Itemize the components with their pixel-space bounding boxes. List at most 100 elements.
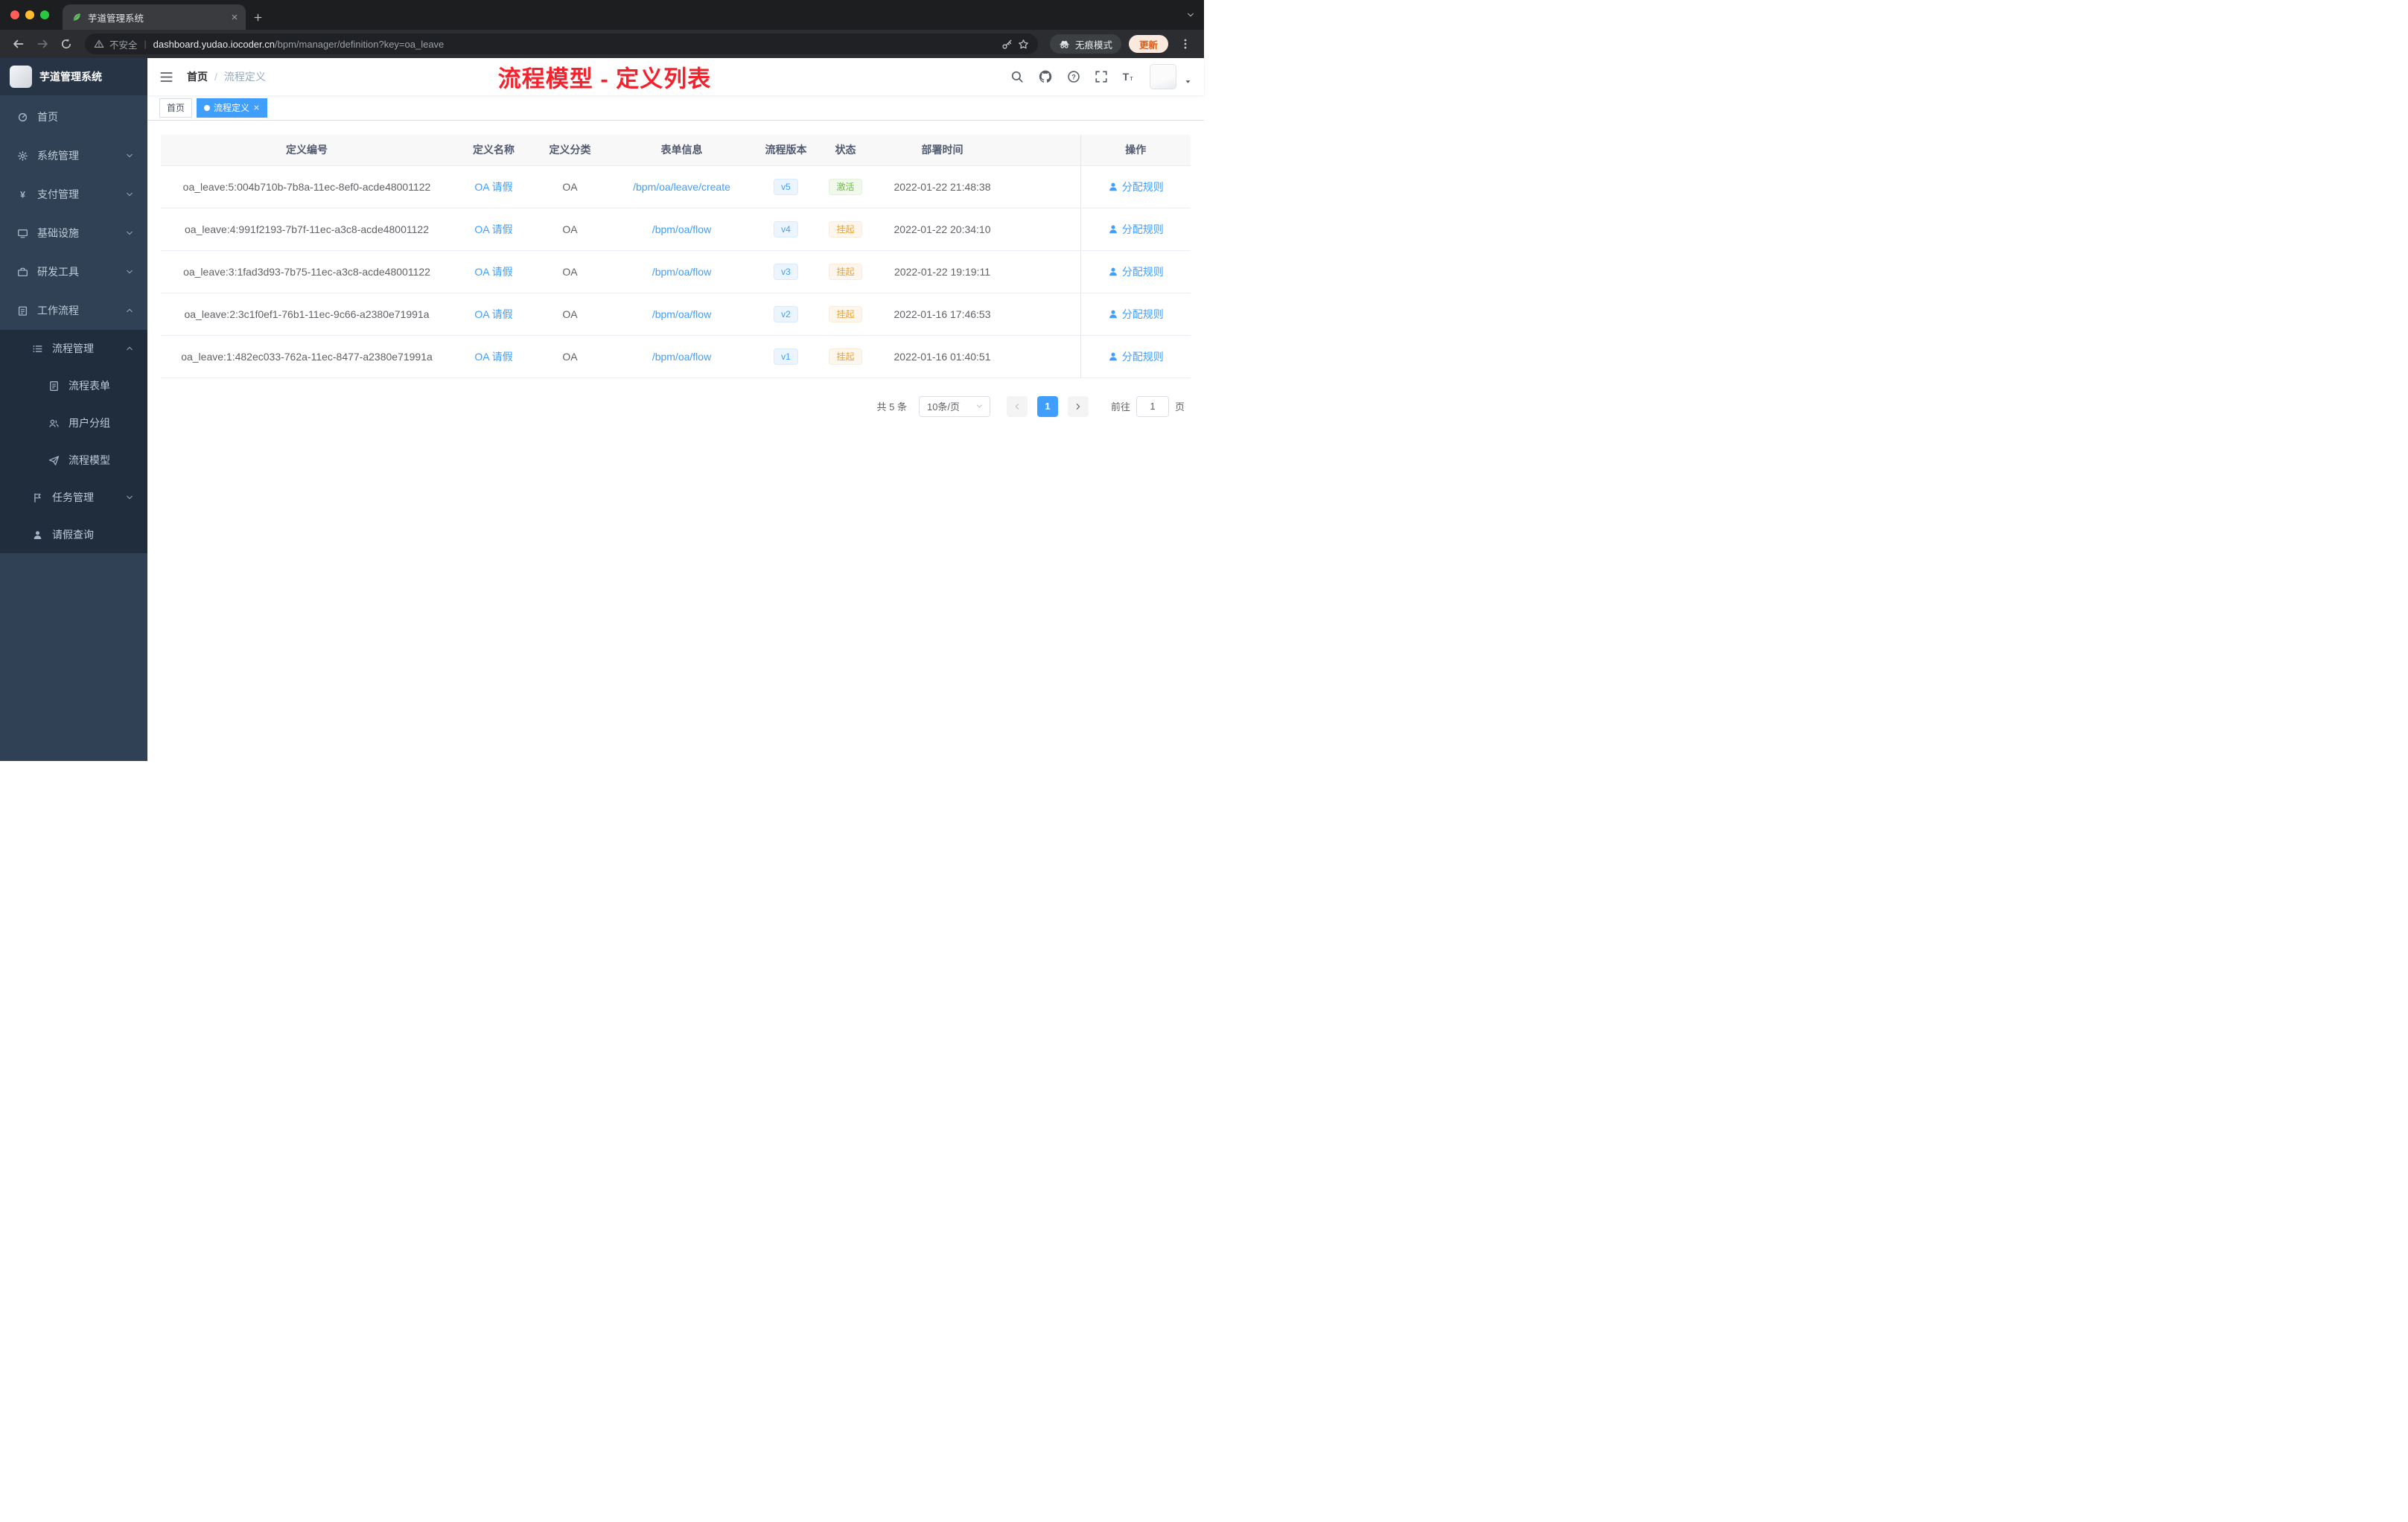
- font-size-icon[interactable]: Tт: [1122, 70, 1135, 83]
- col-definition-category: 定义分类: [535, 135, 605, 166]
- cell-version: v1: [758, 335, 814, 378]
- github-icon[interactable]: [1038, 69, 1053, 84]
- assign-rule-link[interactable]: 分配规则: [1108, 179, 1164, 194]
- cell-operation: 分配规则: [1080, 208, 1191, 251]
- page-number-current[interactable]: 1: [1036, 395, 1058, 417]
- annotation-title: 流程模型 - 定义列表: [497, 66, 712, 92]
- form-link[interactable]: /bpm/oa/flow: [652, 223, 711, 235]
- bookmark-star-icon[interactable]: [1018, 39, 1029, 50]
- tab-search-button[interactable]: [1186, 0, 1195, 30]
- search-icon[interactable]: [1010, 70, 1024, 83]
- password-key-icon[interactable]: [1001, 39, 1013, 50]
- person-icon: [1108, 267, 1118, 277]
- cell-deploy-time: 2022-01-22 20:34:10: [877, 208, 1007, 251]
- security-warning-icon[interactable]: [94, 39, 104, 49]
- assign-rule-label: 分配规则: [1121, 265, 1164, 278]
- svg-text:¥: ¥: [20, 189, 25, 200]
- cell-category: OA: [535, 293, 605, 336]
- table-row: oa_leave:5:004b710b-7b8a-11ec-8ef0-acde4…: [161, 165, 1191, 208]
- close-icon[interactable]: [253, 104, 260, 111]
- definition-name-link[interactable]: OA 请假: [474, 308, 512, 320]
- definition-name-link[interactable]: OA 请假: [474, 266, 512, 278]
- navbar-actions: ? Tт: [1010, 64, 1192, 89]
- cell-status: 挂起: [814, 250, 877, 293]
- assign-rule-link[interactable]: 分配规则: [1108, 264, 1164, 279]
- cell-definition-id: oa_leave:1:482ec033-762a-11ec-8477-a2380…: [161, 335, 453, 378]
- tab-title: 芋道管理系统: [88, 13, 144, 24]
- cell-version: v5: [758, 165, 814, 208]
- user-icon: [31, 529, 43, 541]
- sidebar-item-label: 工作流程: [37, 305, 79, 316]
- chevron-down-icon: [125, 344, 134, 353]
- browser-menu-button[interactable]: [1174, 33, 1197, 55]
- user-avatar[interactable]: [1150, 64, 1176, 89]
- avatar-caret-icon[interactable]: [1184, 77, 1192, 86]
- status-badge: 挂起: [829, 220, 862, 238]
- definition-name-link[interactable]: OA 请假: [474, 181, 512, 193]
- prev-page-button[interactable]: [1006, 395, 1028, 417]
- cell-filler: [1007, 208, 1080, 251]
- sidebar-item-process-form[interactable]: 流程表单: [0, 367, 147, 404]
- help-icon[interactable]: ?: [1067, 70, 1080, 83]
- sidebar-item-user-group[interactable]: 用户分组: [0, 404, 147, 442]
- version-badge: v1: [774, 348, 798, 365]
- definition-name-link[interactable]: OA 请假: [474, 223, 512, 235]
- page-size-select[interactable]: 10条/页: [918, 395, 990, 417]
- browser-tab[interactable]: 芋道管理系统: [63, 4, 246, 30]
- form-link[interactable]: /bpm/oa/flow: [652, 308, 711, 320]
- sidebar-toggle-button[interactable]: [159, 70, 173, 84]
- url-text: dashboard.yudao.iocoder.cn/bpm/manager/d…: [153, 39, 996, 50]
- update-button[interactable]: 更新: [1128, 35, 1168, 53]
- svg-text:?: ?: [1071, 74, 1076, 82]
- top-navbar: 首页 / 流程定义 流程模型 - 定义列表 ? Tт: [147, 58, 1204, 95]
- reload-button[interactable]: [55, 33, 77, 55]
- sidebar-item-label: 系统管理: [37, 150, 79, 162]
- sidebar-item-workflow[interactable]: 工作流程: [0, 291, 147, 330]
- tag-item[interactable]: 首页: [159, 98, 193, 118]
- assign-rule-link[interactable]: 分配规则: [1108, 222, 1164, 237]
- version-badge: v5: [774, 178, 798, 195]
- svg-text:T: T: [1123, 71, 1130, 83]
- form-icon: [48, 380, 60, 392]
- yen-icon: ¥: [16, 189, 28, 200]
- close-window-button[interactable]: [10, 10, 19, 19]
- page-jump-input[interactable]: [1135, 395, 1169, 417]
- assign-rule-label: 分配规则: [1121, 350, 1164, 363]
- version-badge: v2: [774, 305, 798, 322]
- address-bar[interactable]: 不安全 | dashboard.yudao.iocoder.cn/bpm/man…: [85, 34, 1038, 54]
- back-button[interactable]: [7, 33, 30, 55]
- list-icon: [31, 343, 43, 354]
- zoom-window-button[interactable]: [40, 10, 49, 19]
- sidebar-item-task-management[interactable]: 任务管理: [0, 479, 147, 516]
- chevron-right-icon: [1074, 402, 1083, 411]
- toolbox-icon: [16, 267, 28, 278]
- sidebar-item-process-management[interactable]: 流程管理: [0, 330, 147, 367]
- form-link[interactable]: /bpm/oa/flow: [652, 266, 711, 278]
- form-link[interactable]: /bpm/oa/leave/create: [633, 181, 730, 193]
- incognito-icon: [1059, 39, 1070, 50]
- form-link[interactable]: /bpm/oa/flow: [652, 351, 711, 363]
- sidebar-item-leave-query[interactable]: 请假查询: [0, 516, 147, 553]
- sidebar-item-infrastructure[interactable]: 基础设施: [0, 214, 147, 252]
- minimize-window-button[interactable]: [25, 10, 34, 19]
- sidebar-item-process-model[interactable]: 流程模型: [0, 442, 147, 479]
- sidebar-item-payment[interactable]: ¥ 支付管理: [0, 175, 147, 214]
- next-page-button[interactable]: [1067, 395, 1089, 417]
- page-size-value: 10条/页: [926, 401, 961, 413]
- app-logo-row[interactable]: 芋道管理系统: [0, 58, 147, 95]
- sidebar-item-system[interactable]: 系统管理: [0, 136, 147, 175]
- breadcrumb-home[interactable]: 首页: [187, 69, 208, 84]
- url-path: /bpm/manager/definition?key=oa_leave: [275, 38, 445, 50]
- sidebar-item-devtools[interactable]: 研发工具: [0, 252, 147, 291]
- new-tab-button[interactable]: [246, 4, 270, 30]
- fullscreen-icon[interactable]: [1095, 70, 1108, 83]
- sidebar-item-home[interactable]: 首页: [0, 98, 147, 136]
- tag-active[interactable]: 流程定义: [197, 98, 268, 118]
- assign-rule-link[interactable]: 分配规则: [1108, 307, 1164, 322]
- assign-rule-link[interactable]: 分配规则: [1108, 349, 1164, 364]
- tab-close-icon[interactable]: [231, 13, 238, 21]
- sidebar-item-label: 任务管理: [52, 491, 94, 503]
- forward-button[interactable]: [31, 33, 54, 55]
- table-header-row: 定义编号 定义名称 定义分类 表单信息 流程版本 状态 部署时间 操作: [161, 135, 1191, 166]
- definition-name-link[interactable]: OA 请假: [474, 351, 512, 363]
